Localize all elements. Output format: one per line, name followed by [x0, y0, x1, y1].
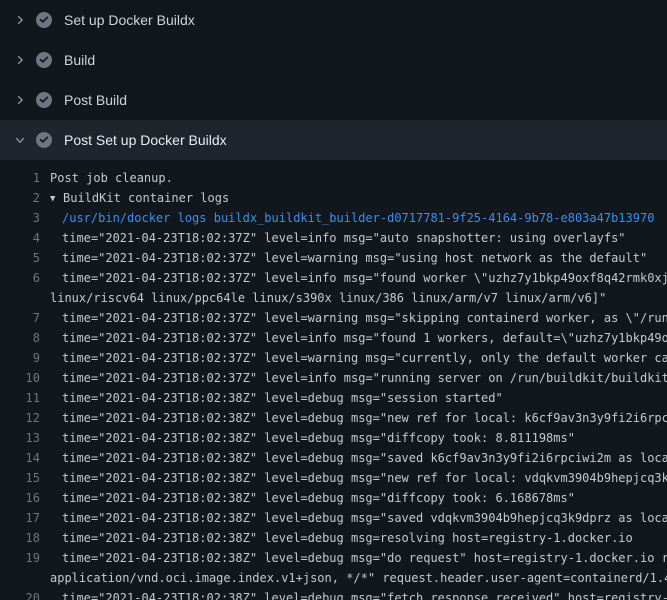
log-line-text: time="2021-04-23T18:02:37Z" level=warnin…: [62, 308, 667, 328]
log-line: 2 ▼ BuildKit container logs: [0, 188, 667, 208]
log-line-text: time="2021-04-23T18:02:38Z" level=debug …: [62, 428, 575, 448]
log-line-number[interactable]: 1: [0, 168, 40, 188]
log-line-continuation: linux/riscv64 linux/ppc64le linux/s390x …: [0, 288, 667, 308]
step-header-build[interactable]: Build: [0, 40, 667, 80]
log-line: 3/usr/bin/docker logs buildx_buildkit_bu…: [0, 208, 667, 228]
log-line: 10 time="2021-04-23T18:02:37Z" level=info…: [0, 368, 667, 388]
log-line: 1 Post job cleanup.: [0, 168, 667, 188]
chevron-right-icon: [12, 52, 28, 68]
log-line: 18 time="2021-04-23T18:02:38Z" level=debu…: [0, 528, 667, 548]
log-line-number[interactable]: 14: [0, 448, 40, 468]
log-line-text: time="2021-04-23T18:02:38Z" level=debug …: [62, 548, 667, 568]
log-line-number[interactable]: 3: [0, 208, 40, 228]
step-title: Post Set up Docker Buildx: [64, 132, 227, 148]
check-circle-icon: [36, 92, 52, 108]
log-line-number: [0, 568, 40, 588]
log-line-number: [0, 288, 40, 308]
log-line-number[interactable]: 19: [0, 548, 40, 568]
step-title: Build: [64, 52, 95, 68]
log-line: 8 time="2021-04-23T18:02:37Z" level=info …: [0, 328, 667, 348]
log-line-text: application/vnd.oci.image.index.v1+json,…: [50, 568, 667, 588]
step-header-set-up-docker-buildx[interactable]: Set up Docker Buildx: [0, 0, 667, 40]
log-line: 16 time="2021-04-23T18:02:38Z" level=debu…: [0, 488, 667, 508]
log-panel[interactable]: 1 Post job cleanup. 2 ▼ BuildKit container l…: [0, 160, 667, 600]
log-line-number[interactable]: 4: [0, 228, 40, 248]
log-line-number[interactable]: 10: [0, 368, 40, 388]
log-line: 13 time="2021-04-23T18:02:38Z" level=debu…: [0, 428, 667, 448]
log-group-label: BuildKit container logs: [63, 191, 229, 205]
step-title: Post Build: [64, 92, 127, 108]
log-line-text: time="2021-04-23T18:02:38Z" level=debug …: [62, 508, 667, 528]
log-line-text: time="2021-04-23T18:02:38Z" level=debug …: [62, 448, 667, 468]
log-line-text: time="2021-04-23T18:02:38Z" level=debug …: [62, 468, 667, 488]
log-line-text: time="2021-04-23T18:02:37Z" level=warnin…: [62, 348, 667, 368]
log-line: 14 time="2021-04-23T18:02:38Z" level=debu…: [0, 448, 667, 468]
check-circle-icon: [36, 52, 52, 68]
log-line-number[interactable]: 15: [0, 468, 40, 488]
log-line: 4 time="2021-04-23T18:02:37Z" level=info …: [0, 228, 667, 248]
log-line-number[interactable]: 9: [0, 348, 40, 368]
chevron-right-icon: [12, 92, 28, 108]
log-command-text: /usr/bin/docker logs buildx_buildkit_bui…: [62, 208, 654, 228]
log-line-number[interactable]: 11: [0, 388, 40, 408]
disclosure-triangle-icon: ▼: [50, 189, 58, 208]
check-circle-icon: [36, 12, 52, 28]
log-line: 7 time="2021-04-23T18:02:37Z" level=warni…: [0, 308, 667, 328]
log-line: 20 time="2021-04-23T18:02:38Z" level=debu…: [0, 588, 667, 600]
log-line: 11 time="2021-04-23T18:02:38Z" level=debu…: [0, 388, 667, 408]
log-line-text: time="2021-04-23T18:02:37Z" level=warnin…: [62, 248, 647, 268]
actions-log-viewer: Set up Docker Buildx Build Post Build Post …: [0, 0, 667, 600]
steps-list: Set up Docker Buildx Build Post Build Post …: [0, 0, 667, 160]
log-line-number[interactable]: 17: [0, 508, 40, 528]
log-line: 15 time="2021-04-23T18:02:38Z" level=debu…: [0, 468, 667, 488]
log-line-number[interactable]: 7: [0, 308, 40, 328]
step-header-post-set-up-docker-buildx[interactable]: Post Set up Docker Buildx: [0, 120, 667, 160]
log-line-text: time="2021-04-23T18:02:38Z" level=debug …: [62, 588, 667, 600]
log-line-number[interactable]: 12: [0, 408, 40, 428]
log-line: 17 time="2021-04-23T18:02:38Z" level=debu…: [0, 508, 667, 528]
chevron-down-icon: [12, 132, 28, 148]
log-line: 5 time="2021-04-23T18:02:37Z" level=warni…: [0, 248, 667, 268]
log-line-number[interactable]: 2: [0, 188, 40, 208]
log-line-number[interactable]: 6: [0, 268, 40, 288]
log-line-number[interactable]: 8: [0, 328, 40, 348]
log-line-number[interactable]: 18: [0, 528, 40, 548]
log-line: 9 time="2021-04-23T18:02:37Z" level=warni…: [0, 348, 667, 368]
chevron-right-icon: [12, 12, 28, 28]
log-line-number[interactable]: 5: [0, 248, 40, 268]
step-header-post-build[interactable]: Post Build: [0, 80, 667, 120]
log-line-text: Post job cleanup.: [50, 168, 173, 188]
log-line-continuation: application/vnd.oci.image.index.v1+json,…: [0, 568, 667, 588]
log-line-number[interactable]: 16: [0, 488, 40, 508]
log-line-text: time="2021-04-23T18:02:37Z" level=info m…: [62, 228, 626, 248]
log-line-text: time="2021-04-23T18:02:37Z" level=info m…: [62, 268, 667, 288]
log-line-number[interactable]: 13: [0, 428, 40, 448]
log-line: 6 time="2021-04-23T18:02:37Z" level=info …: [0, 268, 667, 288]
log-line-text: time="2021-04-23T18:02:38Z" level=debug …: [62, 488, 575, 508]
log-line-text: linux/riscv64 linux/ppc64le linux/s390x …: [50, 288, 606, 308]
log-group-toggle[interactable]: ▼ BuildKit container logs: [50, 188, 229, 208]
log-line: 12 time="2021-04-23T18:02:38Z" level=debu…: [0, 408, 667, 428]
check-circle-icon: [36, 132, 52, 148]
log-line-text: time="2021-04-23T18:02:38Z" level=debug …: [62, 528, 633, 548]
log-line-text: time="2021-04-23T18:02:37Z" level=info m…: [62, 328, 667, 348]
log-line-number[interactable]: 20: [0, 588, 40, 600]
step-title: Set up Docker Buildx: [64, 12, 195, 28]
log-line-text: time="2021-04-23T18:02:38Z" level=debug …: [62, 388, 503, 408]
log-line: 19 time="2021-04-23T18:02:38Z" level=debu…: [0, 548, 667, 568]
log-line-text: time="2021-04-23T18:02:37Z" level=info m…: [62, 368, 667, 388]
log-line-text: time="2021-04-23T18:02:38Z" level=debug …: [62, 408, 667, 428]
